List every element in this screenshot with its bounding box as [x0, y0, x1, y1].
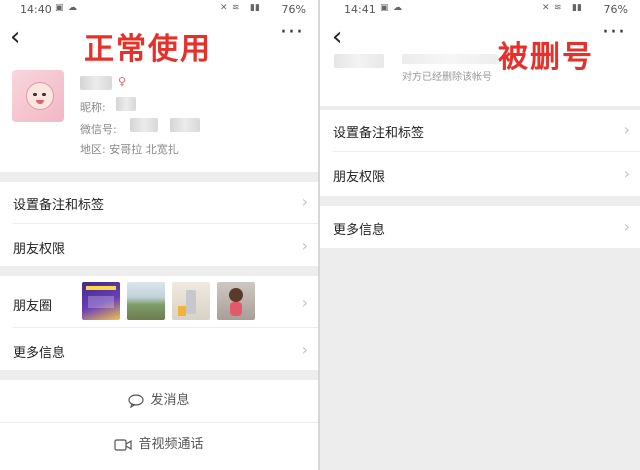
video-camera-icon — [114, 438, 133, 451]
signal-icon: ▮▮ — [250, 3, 260, 13]
nickname-label: 昵称: — [80, 101, 106, 114]
section-gap — [320, 196, 640, 206]
row-label: 朋友权限 — [13, 242, 66, 257]
avatar-eye-right — [42, 93, 46, 96]
cloud-icon: ☁ — [68, 3, 77, 13]
row-label: 更多信息 — [13, 346, 66, 361]
chevron-right-icon: › — [301, 340, 308, 359]
section-gap — [0, 172, 318, 182]
name-redacted — [80, 76, 112, 90]
chevron-right-icon: › — [623, 217, 630, 236]
wechat-id-redacted-2 — [170, 118, 200, 132]
status-time: 14:41 — [344, 3, 376, 16]
overlay-label: 正常使用 — [84, 32, 212, 67]
chat-bubble-icon — [128, 393, 145, 408]
status-time: 14:40 — [20, 3, 52, 16]
avatar[interactable] — [12, 70, 64, 122]
chevron-right-icon: › — [623, 164, 630, 183]
battery-level: 76% — [603, 3, 628, 16]
more-icon[interactable]: ··· — [280, 20, 304, 45]
image-icon: ▣ — [55, 3, 64, 13]
row-label: 设置备注和标签 — [13, 198, 105, 213]
row-label: 朋友权限 — [333, 170, 386, 185]
wifi-icon: ≋ — [554, 3, 562, 13]
more-icon[interactable]: ··· — [602, 20, 626, 45]
moments-thumb-4 — [217, 282, 255, 320]
row-remark-tags[interactable]: 设置备注和标签 › — [320, 110, 640, 152]
overlay-label: 被删号 — [498, 40, 594, 75]
avatar-cropped — [334, 54, 384, 68]
wechat-id-label: 微信号: — [80, 123, 117, 136]
row-friend-permissions[interactable]: 朋友权限 › — [320, 152, 640, 196]
nickname-redacted — [116, 97, 136, 111]
wechat-id-redacted — [130, 118, 158, 132]
signal-icon: ▮▮ — [572, 3, 582, 13]
send-message-button[interactable]: 发消息 — [0, 380, 318, 422]
wifi-icon: ≋ — [232, 3, 240, 13]
region-text: 地区: 安哥拉 北宽扎 — [80, 143, 179, 156]
chevron-right-icon: › — [301, 192, 308, 211]
row-friend-permissions[interactable]: 朋友权限 › — [0, 224, 318, 266]
status-bar: 14:40 ▣ ☁ ✕ ≋ ▮▮ 76% — [0, 0, 318, 18]
gender-icon: ♀ — [118, 75, 127, 88]
row-more-info[interactable]: 更多信息 › — [320, 206, 640, 248]
profile-normal-screen: 14:40 ▣ ☁ ✕ ≋ ▮▮ 76% ‹ ··· 正常使用 ♀ 昵称: 微信… — [0, 0, 318, 470]
row-label: 朋友圈 — [13, 299, 53, 314]
avatar-face — [26, 82, 54, 110]
chevron-right-icon: › — [301, 236, 308, 255]
avatar-eye-left — [33, 93, 37, 96]
row-label: 设置备注和标签 — [333, 126, 425, 141]
battery-level: 76% — [281, 3, 306, 16]
back-icon[interactable]: ‹ — [332, 24, 342, 50]
name-cropped — [402, 54, 498, 64]
moments-thumb-3 — [172, 282, 210, 320]
status-bar: 14:41 ▣ ☁ ✕ ≋ ▮▮ 76% — [320, 0, 640, 18]
mute-icon: ✕ — [542, 3, 550, 13]
section-gap — [0, 266, 318, 276]
row-more-info[interactable]: 更多信息 › — [0, 328, 318, 370]
video-call-label: 音视频通话 — [138, 437, 204, 452]
section-gap — [0, 370, 318, 380]
chevron-right-icon: › — [623, 120, 630, 139]
moments-thumb-2 — [127, 282, 165, 320]
send-message-label: 发消息 — [150, 393, 190, 408]
image-icon: ▣ — [380, 3, 389, 13]
empty-area — [320, 248, 640, 470]
back-icon[interactable]: ‹ — [10, 24, 20, 50]
profile-deleted-screen: 14:41 ▣ ☁ ✕ ≋ ▮▮ 76% ‹ ··· 被删号 对方已经删除该帐号… — [320, 0, 640, 470]
mute-icon: ✕ — [220, 3, 228, 13]
row-remark-tags[interactable]: 设置备注和标签 › — [0, 182, 318, 224]
video-call-button[interactable]: 音视频通话 — [0, 423, 318, 467]
row-label: 更多信息 — [333, 223, 386, 238]
chevron-right-icon: › — [301, 293, 308, 312]
moments-thumb-1 — [82, 282, 120, 320]
deleted-notice: 对方已经删除该帐号 — [402, 72, 492, 83]
cloud-icon: ☁ — [393, 3, 402, 13]
comparison-screenshot: 14:40 ▣ ☁ ✕ ≋ ▮▮ 76% ‹ ··· 正常使用 ♀ 昵称: 微信… — [0, 0, 640, 470]
avatar-mouth — [36, 100, 44, 104]
